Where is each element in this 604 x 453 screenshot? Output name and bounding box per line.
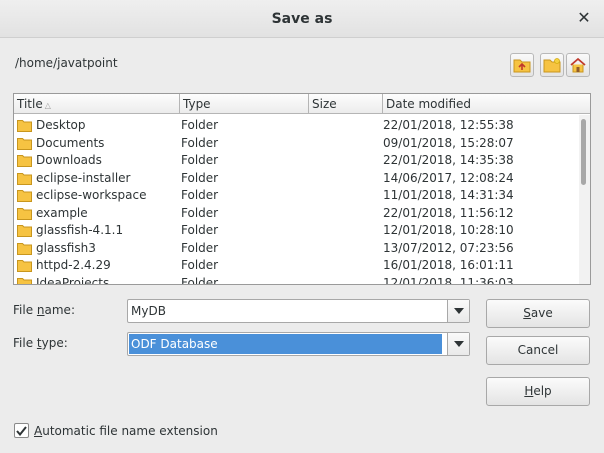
list-item[interactable]: glassfish3 Folder 13/07/2012, 07:23:56 xyxy=(14,240,576,257)
chevron-down-icon[interactable] xyxy=(447,333,469,355)
folder-icon xyxy=(17,259,32,272)
folder-icon xyxy=(17,277,32,284)
file-list-header: Title △ Type Size Date modified xyxy=(14,94,590,114)
sort-ascending-icon: △ xyxy=(44,101,51,110)
column-type[interactable]: Type xyxy=(180,94,309,114)
column-date-modified[interactable]: Date modified xyxy=(383,94,590,114)
list-item[interactable]: Documents Folder 09/01/2018, 15:28:07 xyxy=(14,135,576,152)
folder-icon xyxy=(17,154,32,167)
file-type-label: File type: xyxy=(13,336,68,350)
list-item[interactable]: Downloads Folder 22/01/2018, 14:35:38 xyxy=(14,152,576,169)
file-type-select[interactable]: ODF Database xyxy=(127,332,470,356)
folder-up-icon xyxy=(513,57,531,73)
folder-icon xyxy=(17,189,32,202)
help-button[interactable]: Help xyxy=(486,377,590,406)
list-item[interactable]: example Folder 22/01/2018, 11:56:12 xyxy=(14,205,576,222)
home-button[interactable] xyxy=(566,53,590,77)
folder-icon xyxy=(17,119,32,132)
list-item[interactable]: httpd-2.4.29 Folder 16/01/2018, 16:01:11 xyxy=(14,257,576,274)
current-path: /home/javatpoint xyxy=(15,56,118,70)
new-folder-icon xyxy=(543,57,561,73)
scrollbar-thumb[interactable] xyxy=(581,119,586,185)
save-button[interactable]: Save xyxy=(486,299,590,328)
cancel-button[interactable]: Cancel xyxy=(486,336,590,365)
folder-icon xyxy=(17,172,32,185)
auto-extension-label[interactable]: Automatic file name extension xyxy=(34,424,218,438)
list-item[interactable]: glassfish-4.1.1 Folder 12/01/2018, 10:28… xyxy=(14,222,576,239)
list-item[interactable]: eclipse-workspace Folder 11/01/2018, 14:… xyxy=(14,187,576,204)
dialog-title: Save as xyxy=(271,11,333,27)
list-item[interactable]: Desktop Folder 22/01/2018, 12:55:38 xyxy=(14,117,576,134)
checkmark-icon xyxy=(16,425,27,436)
column-size[interactable]: Size xyxy=(309,94,383,114)
title-bar: Save as ✕ xyxy=(0,0,604,38)
folder-icon xyxy=(17,207,32,220)
file-list[interactable]: Title △ Type Size Date modified Desktop F… xyxy=(13,93,591,285)
folder-icon xyxy=(17,242,32,255)
file-rows: Desktop Folder 22/01/2018, 12:55:38 Docu… xyxy=(14,115,576,284)
chevron-down-icon[interactable] xyxy=(447,300,469,322)
folder-up-button[interactable] xyxy=(510,53,534,77)
home-icon xyxy=(569,57,587,73)
folder-icon xyxy=(17,224,32,237)
new-folder-button[interactable] xyxy=(540,53,564,77)
file-name-combo[interactable]: MyDB xyxy=(127,299,470,323)
column-title[interactable]: Title △ xyxy=(14,94,180,114)
folder-icon xyxy=(17,137,32,150)
list-item[interactable]: eclipse-installer Folder 14/06/2017, 12:… xyxy=(14,170,576,187)
list-item[interactable]: IdeaProjects Folder 12/01/2018, 11:36:03 xyxy=(14,275,576,284)
file-name-label: File name: xyxy=(13,303,75,317)
vertical-scrollbar[interactable] xyxy=(579,115,590,284)
file-type-value: ODF Database xyxy=(131,337,218,351)
close-icon[interactable]: ✕ xyxy=(574,8,594,28)
file-name-input[interactable]: MyDB xyxy=(131,304,166,318)
auto-extension-checkbox[interactable] xyxy=(14,423,29,438)
